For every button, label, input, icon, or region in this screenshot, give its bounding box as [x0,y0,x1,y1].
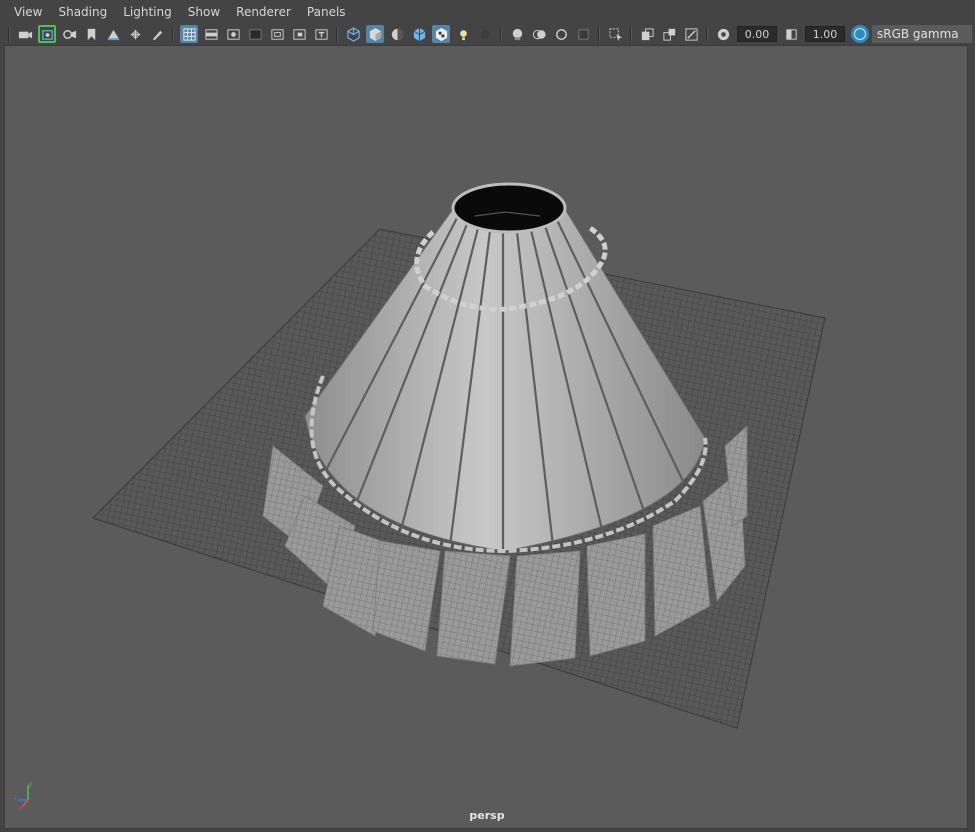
exposure-field[interactable]: 0.00 [737,26,777,42]
axis-z-label: z [14,794,17,801]
xray-joints-icon[interactable] [660,25,678,43]
toolbar-separator [8,27,10,41]
scene-view[interactable] [5,46,968,829]
toolbar-separator [630,27,632,41]
two-d-pan-zoom-icon[interactable] [126,25,144,43]
menu-show[interactable]: Show [180,0,228,24]
lock-camera-icon[interactable] [38,25,56,43]
menu-shading[interactable]: Shading [50,0,115,24]
film-gate-icon[interactable] [202,25,220,43]
camera-icon[interactable] [16,25,34,43]
toolbar-separator [500,27,502,41]
textured-icon[interactable] [432,25,450,43]
resolution-gate-icon[interactable] [224,25,242,43]
default-material-icon[interactable] [388,25,406,43]
safe-title-icon[interactable] [312,25,330,43]
gamma-icon[interactable] [782,25,800,43]
isolate-select-icon[interactable] [606,25,624,43]
perspective-viewport[interactable]: y z x persp [4,45,968,829]
wireframe-icon[interactable] [344,25,362,43]
toolbar-separator [172,27,174,41]
gamma-field[interactable]: 1.00 [805,26,845,42]
menu-lighting[interactable]: Lighting [115,0,180,24]
safe-action-icon[interactable] [290,25,308,43]
menu-renderer[interactable]: Renderer [228,0,299,24]
wireframe-on-shaded-icon[interactable] [410,25,428,43]
menu-panels[interactable]: Panels [299,0,354,24]
ambient-occlusion-icon[interactable] [508,25,526,43]
axis-gizmo: y z x [13,780,43,812]
camera-attributes-icon[interactable] [60,25,78,43]
xray-icon[interactable] [638,25,656,43]
shadows-icon[interactable] [476,25,494,43]
exposure-icon[interactable] [714,25,732,43]
camera-name-label: persp [469,809,505,822]
xray-active-components-icon[interactable] [682,25,700,43]
lamp-top-opening [451,182,567,234]
panel-toolbar: 0.00 1.00 sRGB gamma [0,24,975,44]
use-all-lights-icon[interactable] [454,25,472,43]
depth-of-field-icon[interactable] [574,25,592,43]
grid-icon[interactable] [180,25,198,43]
panel-right-border [968,44,975,832]
motion-blur-icon[interactable] [530,25,548,43]
toolbar-separator [336,27,338,41]
bookmark-icon[interactable] [82,25,100,43]
field-chart-icon[interactable] [268,25,286,43]
view-transform-field[interactable]: sRGB gamma [872,25,972,43]
grease-pencil-icon[interactable] [148,25,166,43]
anti-aliasing-icon[interactable] [552,25,570,43]
panel-menubar: View Shading Lighting Show Renderer Pane… [0,0,975,24]
axis-y-label: y [29,781,33,788]
image-plane-icon[interactable] [104,25,122,43]
gate-mask-icon[interactable] [246,25,264,43]
toolbar-separator [598,27,600,41]
color-management-icon[interactable] [851,25,869,43]
menu-view[interactable]: View [6,0,50,24]
toolbar-separator [706,27,708,41]
smooth-shade-icon[interactable] [366,25,384,43]
